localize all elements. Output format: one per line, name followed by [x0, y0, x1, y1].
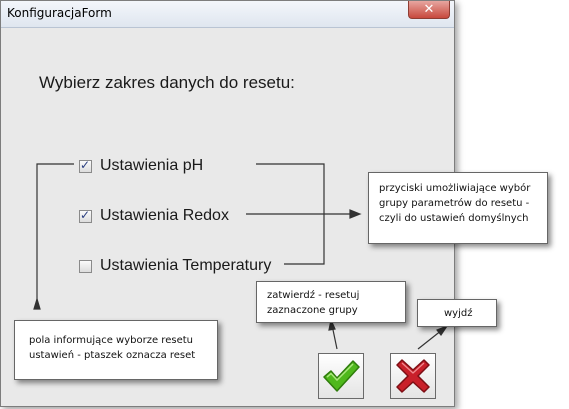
callout-info: pola informujące wyborze resetu ustawień…	[14, 320, 218, 380]
callout-exit: wyjdź	[417, 299, 497, 327]
callout-confirm-text: zatwierdź - resetuj zaznaczone grupy	[267, 290, 360, 316]
callout-confirm: zatwierdź - resetuj zaznaczone grupy	[256, 281, 406, 323]
callout-groups: przyciski umożliwiające wybór grupy para…	[368, 172, 548, 244]
callout-exit-text: wyjdź	[444, 308, 473, 319]
callout-info-text: pola informujące wyborze resetu ustawień…	[29, 335, 196, 361]
callout-groups-text: przyciski umożliwiające wybór grupy para…	[379, 183, 531, 224]
